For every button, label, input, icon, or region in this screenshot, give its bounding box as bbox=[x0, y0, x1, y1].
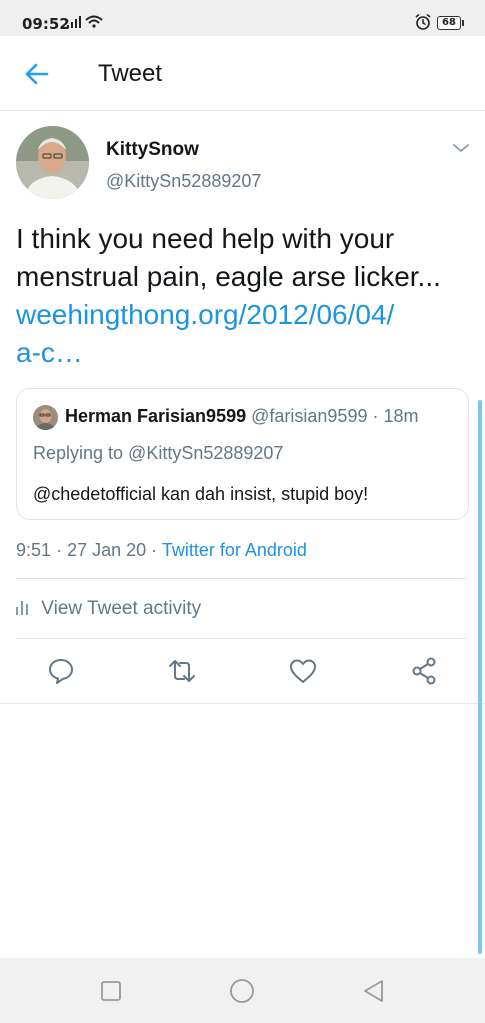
quoted-text: @chedetofficial kan dah insist, stupid b… bbox=[33, 484, 369, 504]
tweet-source[interactable]: Twitter for Android bbox=[162, 540, 307, 560]
divider bbox=[16, 578, 468, 579]
back-arrow-icon[interactable] bbox=[23, 60, 51, 88]
quoted-author-handle: @farisian9599 bbox=[251, 406, 368, 426]
meta-separator-1: · bbox=[56, 540, 63, 560]
tweet-text: I think you need help with your menstrua… bbox=[16, 220, 471, 372]
quoted-header: Herman Farisian9599 @farisian9599 · 18m bbox=[65, 406, 419, 427]
status-bar: 09:52 68 bbox=[0, 0, 485, 36]
system-nav-bar bbox=[0, 958, 485, 1023]
back-triangle-icon[interactable] bbox=[361, 978, 387, 1004]
divider bbox=[0, 703, 485, 704]
tweet-link[interactable]: weehingthong.org/2012/06/04/ a-c… bbox=[16, 296, 471, 372]
page-title: Tweet bbox=[98, 60, 163, 87]
quoted-replying-to: Replying to @KittySn52889207 bbox=[33, 443, 284, 463]
tweet-meta: 9:51 · 27 Jan 20 · Twitter for Android bbox=[16, 540, 307, 561]
author-handle[interactable]: @KittySn52889207 bbox=[106, 171, 261, 192]
chevron-down-icon[interactable] bbox=[451, 140, 471, 156]
share-icon[interactable] bbox=[409, 656, 439, 686]
avatar[interactable] bbox=[16, 126, 89, 199]
alarm-icon bbox=[414, 13, 432, 35]
activity-bars-icon bbox=[16, 599, 30, 621]
tweet-link-line1[interactable]: weehingthong.org/2012/06/04/ bbox=[16, 299, 394, 330]
battery-icon: 68 bbox=[437, 16, 464, 30]
reply-icon[interactable] bbox=[46, 656, 76, 686]
tweet-link-line2[interactable]: a-c… bbox=[16, 337, 83, 368]
view-tweet-activity[interactable]: View Tweet activity bbox=[16, 598, 201, 621]
home-icon[interactable] bbox=[229, 978, 255, 1004]
tweet-body: I think you need help with your menstrua… bbox=[16, 223, 441, 292]
recent-apps-icon[interactable] bbox=[98, 978, 124, 1004]
like-icon[interactable] bbox=[288, 656, 318, 686]
quoted-tweet[interactable]: Herman Farisian9599 @farisian9599 · 18m … bbox=[16, 388, 469, 520]
activity-label[interactable]: View Tweet activity bbox=[41, 598, 201, 619]
meta-separator-2: · bbox=[151, 540, 158, 560]
author-name[interactable]: KittySnow bbox=[106, 139, 199, 161]
app-header: Tweet bbox=[0, 36, 485, 111]
tweet-time: 9:51 bbox=[16, 540, 52, 560]
quoted-age: · 18m bbox=[372, 406, 419, 426]
status-time: 09:52 bbox=[22, 15, 70, 33]
tweet-date: 27 Jan 20 bbox=[67, 540, 147, 560]
signal-icon bbox=[67, 14, 107, 32]
retweet-icon[interactable] bbox=[167, 656, 197, 686]
scrollbar[interactable] bbox=[478, 400, 482, 954]
divider bbox=[16, 638, 468, 639]
quoted-author-name: Herman Farisian9599 bbox=[65, 406, 247, 426]
quoted-avatar bbox=[33, 405, 58, 430]
